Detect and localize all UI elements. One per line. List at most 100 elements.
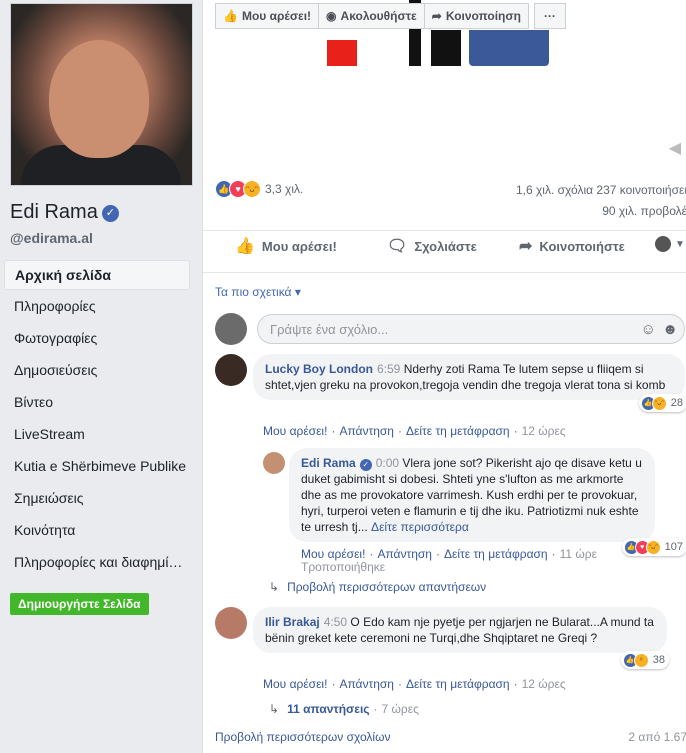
views-count: 90 χιλ. προβολέ	[602, 204, 686, 218]
post-like-button[interactable]: 👍 Μου αρέσει!	[235, 236, 337, 256]
nav-item-public-services[interactable]: Kutia e Shërbimeve Publike	[4, 450, 190, 482]
comment-input[interactable]: Γράψτε ένα σχόλιο... ☺ ☻	[257, 314, 685, 344]
reply-age[interactable]: 11 ώρε	[560, 547, 597, 561]
comment-reply-link[interactable]: Απάντηση	[339, 424, 394, 438]
page-name[interactable]: Edi Rama ✓	[10, 201, 119, 224]
thumbs-up-icon: 👍	[235, 238, 255, 255]
comment-like-link[interactable]: Μου αρέσει!	[263, 424, 327, 438]
nav-item-notes[interactable]: Σημειώσεις	[4, 482, 190, 514]
nav-item-videos[interactable]: Βίντεο	[4, 386, 190, 418]
comment-input-placeholder: Γράψτε ένα σχόλιο...	[270, 322, 389, 337]
replies-count: 11 απαντήσεις	[287, 702, 370, 716]
nav-item-home[interactable]: Αρχική σελίδα	[4, 260, 190, 290]
more-replies-label: Προβολή περισσότερων απαντήσεων	[287, 580, 487, 594]
page-share-label: Κοινοποίηση	[445, 9, 521, 23]
post-share-label: Κοινοποιήστε	[539, 238, 625, 254]
see-more-link[interactable]: Δείτε περισσότερα	[371, 520, 469, 534]
reply-like-link[interactable]: Μου αρέσει!	[301, 547, 365, 561]
comments-shares-count[interactable]: 1,6 χιλ. σχόλια 237 κοινοποιήσει	[516, 183, 686, 197]
volume-icon[interactable]: ◀	[669, 138, 681, 158]
comment-bubble: Ilir Brakaj 4:50 O Edo kam nje pyetje per…	[253, 607, 669, 669]
reaction-summary[interactable]: 👍 ♥ ᵔᴗᵔ 3,3 χιλ.	[215, 180, 303, 198]
edited-label[interactable]: Τροποποιήθηκε	[301, 561, 597, 574]
comment-reply-link[interactable]: Απάντηση	[339, 677, 394, 691]
post-comment-button[interactable]: 🗨 Σχολιάστε	[387, 236, 477, 256]
profile-picture[interactable]	[10, 3, 193, 186]
page-share-button[interactable]: ➦ Κοινοποίηση	[423, 3, 529, 29]
comment-age[interactable]: 12 ώρες	[522, 677, 566, 691]
comment-reactions[interactable]: 👍 ᵔᴗᵔ 28	[638, 394, 686, 412]
page-name-text[interactable]: Edi Rama	[10, 201, 98, 223]
comment-like-link[interactable]: Μου αρέσει!	[263, 677, 327, 691]
separator-dot: ·	[331, 424, 336, 438]
comment-sort-dropdown[interactable]: Τα πιο σχετικά ▾	[215, 285, 301, 299]
post-like-label: Μου αρέσει!	[261, 238, 337, 254]
reply-bubble: Edi Rama ✓ 0:00 Vlera jone sot? Pikerisht …	[289, 448, 686, 556]
nav-item-info-ads[interactable]: Πληροφορίες και διαφημί…	[4, 546, 190, 578]
comment-timestamp[interactable]: 6:59	[377, 362, 400, 376]
separator-dot: ·	[513, 424, 518, 438]
comment-actions: Μου αρέσει! · Απάντηση · Δείτε τη μετάφραση ·…	[251, 424, 566, 438]
comment-age[interactable]: 12 ώρες	[522, 424, 566, 438]
comment-sort-label: Τα πιο σχετικά	[215, 285, 292, 299]
comment-translate-link[interactable]: Δείτε τη μετάφραση	[406, 677, 510, 691]
nav-item-about[interactable]: Πληροφορίες	[4, 290, 190, 322]
page-handle[interactable]: @edirama.al	[10, 230, 93, 246]
reply-timestamp[interactable]: 0:00	[376, 456, 399, 470]
post-comment-label: Σχολιάστε	[414, 238, 477, 254]
post-card: ◀ 👍 Μου αρέσει! ◉ Ακολουθήστε ➦ Κοινοποίηση…	[202, 0, 686, 753]
separator-dot: ·	[551, 547, 556, 561]
thumbs-up-icon: 👍	[223, 9, 238, 23]
page-like-label: Μου αρέσει!	[241, 9, 312, 23]
video-graphic-black-2	[431, 30, 461, 66]
create-page-button[interactable]: Δημιουργήστε Σελίδα	[10, 593, 149, 615]
chevron-down-icon: ▼	[675, 238, 685, 250]
comment-author[interactable]: Lucky Boy London	[265, 362, 373, 376]
post-as-selector[interactable]: ▼	[655, 236, 685, 252]
emoji-icon[interactable]: ☺	[641, 315, 656, 345]
separator-dot: ·	[397, 424, 402, 438]
reply-translate-link[interactable]: Δείτε τη μετάφραση	[444, 547, 548, 561]
video-graphic-blue	[469, 30, 549, 66]
commenter-avatar[interactable]	[215, 354, 247, 386]
haha-reaction-icon: ᵔᴗᵔ	[645, 539, 661, 555]
more-comments-link[interactable]: Προβολή περισσότερων σχολίων	[215, 730, 390, 744]
nav-item-photos[interactable]: Φωτογραφίες	[4, 322, 190, 354]
commenter-avatar[interactable]	[215, 607, 247, 639]
video-graphic-red	[327, 40, 357, 66]
chevron-down-icon: ▾	[294, 285, 301, 299]
wow-reaction-icon: ᵒ	[633, 652, 649, 668]
rss-icon: ◉	[326, 9, 337, 23]
more-replies-link[interactable]: ↳ Προβολή περισσότερων απαντήσεων	[269, 580, 486, 594]
reply-reactions[interactable]: 👍 ♥ ᵔᴗᵔ 107	[621, 538, 686, 556]
separator-dot: ·	[397, 677, 402, 691]
sticker-icon[interactable]: ☻	[662, 315, 678, 345]
post-as-avatar	[655, 236, 671, 252]
verified-badge-icon: ✓	[101, 205, 119, 222]
comment-translate-link[interactable]: Δείτε τη μετάφραση	[406, 424, 510, 438]
separator-dot: ·	[513, 677, 518, 691]
reply-actions: Μου αρέσει! · Απάντηση · Δείτε τη μετάφραση ·…	[289, 548, 597, 574]
comment-author[interactable]: Ilir Brakaj	[265, 615, 320, 629]
page-follow-button[interactable]: ◉ Ακολουθήστε	[318, 3, 425, 29]
comments-pagination: 2 από 1.67	[628, 730, 686, 744]
page-like-button[interactable]: 👍 Μου αρέσει!	[215, 3, 320, 29]
comment-reaction-count: 28	[670, 397, 683, 409]
composer-avatar	[215, 313, 247, 345]
reply-author-avatar[interactable]	[263, 452, 285, 474]
post-stats: 1,6 χιλ. σχόλια 237 κοινοποιήσει 90 χιλ.…	[516, 183, 686, 225]
post-share-button[interactable]: ➦ Κοινοποιήστε	[519, 236, 625, 256]
nav-item-community[interactable]: Κοινότητα	[4, 514, 190, 546]
reaction-count: 3,3 χιλ.	[265, 182, 304, 196]
divider	[203, 272, 686, 273]
nav-item-posts[interactable]: Δημοσιεύσεις	[4, 354, 190, 386]
comment-timestamp[interactable]: 4:50	[324, 615, 347, 629]
haha-reaction-icon: ᵔᴗᵔ	[651, 395, 667, 411]
comment-reactions[interactable]: 👍 ᵒ 38	[620, 651, 669, 669]
reply-reply-link[interactable]: Απάντηση	[377, 547, 432, 561]
view-replies-link[interactable]: ↳ 11 απαντήσεις · 7 ώρες	[269, 702, 419, 716]
nav-item-livestream[interactable]: LiveStream	[4, 418, 190, 450]
reply-author[interactable]: Edi Rama	[301, 456, 356, 470]
divider	[203, 230, 686, 231]
page-more-button[interactable]: ···	[533, 3, 566, 29]
